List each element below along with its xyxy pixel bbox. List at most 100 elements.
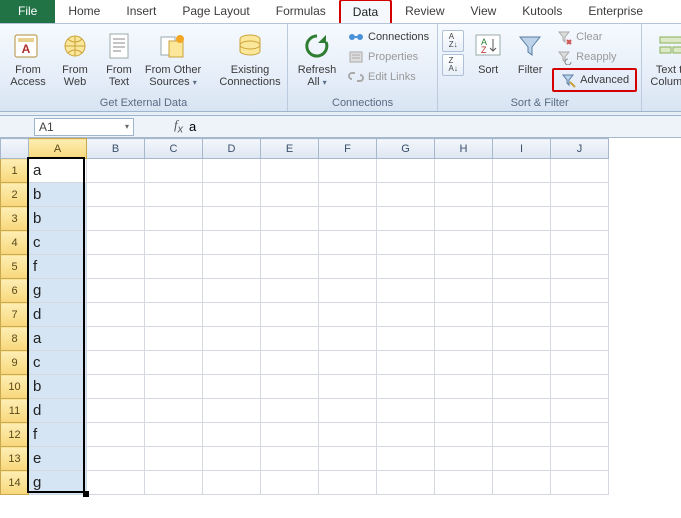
- cell[interactable]: [377, 183, 435, 207]
- cell[interactable]: [203, 399, 261, 423]
- cell[interactable]: [551, 207, 609, 231]
- cell[interactable]: [551, 303, 609, 327]
- select-all-corner[interactable]: [1, 139, 29, 159]
- cell[interactable]: [87, 183, 145, 207]
- cell[interactable]: [551, 159, 609, 183]
- cell[interactable]: [493, 303, 551, 327]
- tab-view[interactable]: View: [458, 0, 510, 23]
- cell[interactable]: [261, 447, 319, 471]
- cell[interactable]: [145, 375, 203, 399]
- tab-file[interactable]: File: [0, 0, 55, 23]
- cell[interactable]: [203, 231, 261, 255]
- cell[interactable]: [319, 303, 377, 327]
- cell[interactable]: [319, 327, 377, 351]
- cell[interactable]: b: [29, 375, 87, 399]
- cell[interactable]: [203, 207, 261, 231]
- row-header[interactable]: 3: [1, 207, 29, 231]
- row-header[interactable]: 10: [1, 375, 29, 399]
- cell[interactable]: [203, 447, 261, 471]
- cell[interactable]: [435, 183, 493, 207]
- from-access-button[interactable]: A FromAccess: [4, 26, 52, 88]
- cell[interactable]: a: [29, 327, 87, 351]
- cell[interactable]: [203, 255, 261, 279]
- sort-asc-button[interactable]: AZ↓: [442, 30, 464, 52]
- cell[interactable]: [551, 231, 609, 255]
- cell[interactable]: [551, 255, 609, 279]
- tab-page-layout[interactable]: Page Layout: [169, 0, 262, 23]
- cell[interactable]: [261, 351, 319, 375]
- name-box[interactable]: A1 ▾: [34, 118, 134, 136]
- row-header[interactable]: 2: [1, 183, 29, 207]
- cell[interactable]: [319, 255, 377, 279]
- cell[interactable]: [87, 351, 145, 375]
- row-header[interactable]: 9: [1, 351, 29, 375]
- cell[interactable]: [261, 399, 319, 423]
- cell[interactable]: [551, 375, 609, 399]
- cell[interactable]: [493, 207, 551, 231]
- cell[interactable]: [261, 255, 319, 279]
- cell[interactable]: [87, 399, 145, 423]
- cell[interactable]: [493, 327, 551, 351]
- cell[interactable]: [551, 183, 609, 207]
- advanced-button[interactable]: Advanced: [552, 68, 637, 92]
- cell[interactable]: [377, 399, 435, 423]
- column-header[interactable]: G: [377, 139, 435, 159]
- column-header[interactable]: A: [29, 139, 87, 159]
- tab-insert[interactable]: Insert: [113, 0, 169, 23]
- cell[interactable]: [145, 255, 203, 279]
- row-header[interactable]: 4: [1, 231, 29, 255]
- fx-icon[interactable]: fx: [174, 117, 183, 136]
- cell[interactable]: [435, 447, 493, 471]
- clear-button[interactable]: Clear: [552, 28, 637, 46]
- cell[interactable]: f: [29, 423, 87, 447]
- sort-desc-button[interactable]: ZA↓: [442, 54, 464, 76]
- from-other-sources-button[interactable]: From OtherSources ▾: [142, 26, 204, 89]
- cell[interactable]: [493, 183, 551, 207]
- cell[interactable]: [377, 471, 435, 495]
- cell[interactable]: [319, 183, 377, 207]
- cell[interactable]: [145, 399, 203, 423]
- row-header[interactable]: 11: [1, 399, 29, 423]
- tab-review[interactable]: Review: [392, 0, 457, 23]
- cell[interactable]: [87, 471, 145, 495]
- cell[interactable]: [203, 183, 261, 207]
- cell[interactable]: [319, 351, 377, 375]
- cell[interactable]: g: [29, 471, 87, 495]
- cell[interactable]: [551, 351, 609, 375]
- cell[interactable]: g: [29, 279, 87, 303]
- column-header[interactable]: J: [551, 139, 609, 159]
- cell[interactable]: [203, 351, 261, 375]
- cell[interactable]: c: [29, 351, 87, 375]
- cell[interactable]: [551, 423, 609, 447]
- cell[interactable]: e: [29, 447, 87, 471]
- cell[interactable]: [203, 327, 261, 351]
- cell[interactable]: [261, 279, 319, 303]
- column-header[interactable]: C: [145, 139, 203, 159]
- cell[interactable]: [319, 375, 377, 399]
- properties-button[interactable]: Properties: [344, 48, 433, 66]
- cell[interactable]: [377, 375, 435, 399]
- cell[interactable]: d: [29, 303, 87, 327]
- row-header[interactable]: 1: [1, 159, 29, 183]
- row-header[interactable]: 8: [1, 327, 29, 351]
- cell[interactable]: [435, 159, 493, 183]
- spreadsheet-grid[interactable]: ABCDEFGHIJ1a2b3b4c5f6g7d8a9c10b11d12f13e…: [0, 138, 681, 495]
- cell[interactable]: [551, 471, 609, 495]
- cell[interactable]: [261, 471, 319, 495]
- cell[interactable]: [145, 159, 203, 183]
- cell[interactable]: [145, 327, 203, 351]
- cell[interactable]: [493, 375, 551, 399]
- cell[interactable]: [435, 303, 493, 327]
- cell[interactable]: [261, 303, 319, 327]
- cell[interactable]: [377, 423, 435, 447]
- cell[interactable]: [377, 351, 435, 375]
- cell[interactable]: [145, 423, 203, 447]
- column-header[interactable]: B: [87, 139, 145, 159]
- cell[interactable]: [493, 399, 551, 423]
- row-header[interactable]: 12: [1, 423, 29, 447]
- cell[interactable]: [551, 279, 609, 303]
- cell[interactable]: c: [29, 231, 87, 255]
- cell[interactable]: [377, 207, 435, 231]
- cell[interactable]: [87, 375, 145, 399]
- column-header[interactable]: F: [319, 139, 377, 159]
